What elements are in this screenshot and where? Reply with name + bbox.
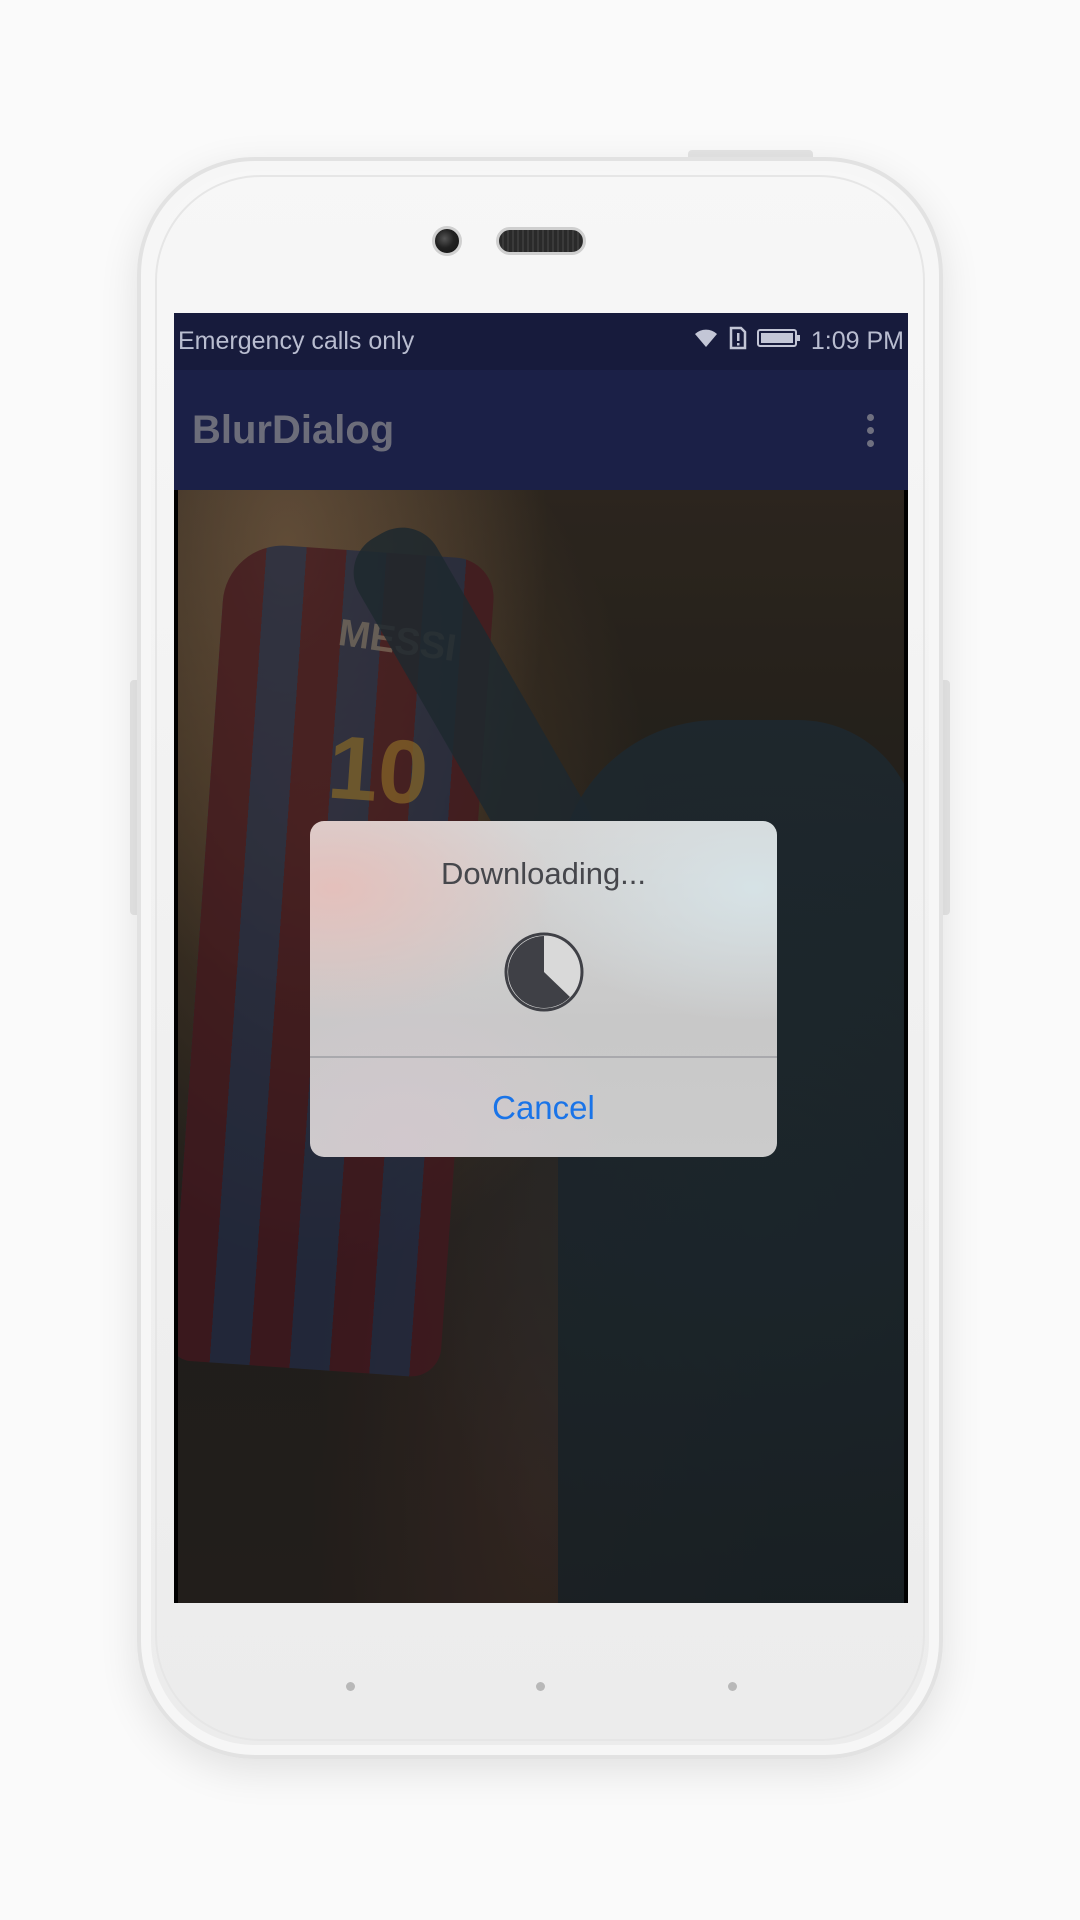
status-bar: Emergency calls only 1:09 PM xyxy=(174,313,908,370)
volume-button-right xyxy=(942,680,950,915)
overflow-menu-icon[interactable] xyxy=(850,400,890,460)
battery-icon xyxy=(756,327,801,356)
app-toolbar: BlurDialog xyxy=(174,370,908,490)
earpiece-speaker xyxy=(496,227,586,255)
menu-dot xyxy=(866,426,874,434)
nav-recents-button[interactable] xyxy=(728,1682,737,1691)
nav-back-button[interactable] xyxy=(346,1682,355,1691)
app-title: BlurDialog xyxy=(192,407,395,452)
status-time: 1:09 PM xyxy=(810,327,904,355)
progress-dialog: Downloading... Cancel xyxy=(310,821,777,1157)
dialog-title: Downloading... xyxy=(440,856,647,891)
status-icons: 1:09 PM xyxy=(693,326,904,357)
menu-dot xyxy=(866,413,874,421)
progress-pie-icon xyxy=(503,931,585,1013)
sim-alert-icon xyxy=(729,326,747,357)
front-camera xyxy=(432,226,462,256)
cancel-button[interactable]: Cancel xyxy=(310,1058,777,1157)
carrier-text: Emergency calls only xyxy=(178,327,415,355)
nav-home-button[interactable] xyxy=(536,1682,545,1691)
menu-dot xyxy=(866,439,874,447)
wifi-icon xyxy=(693,327,719,356)
